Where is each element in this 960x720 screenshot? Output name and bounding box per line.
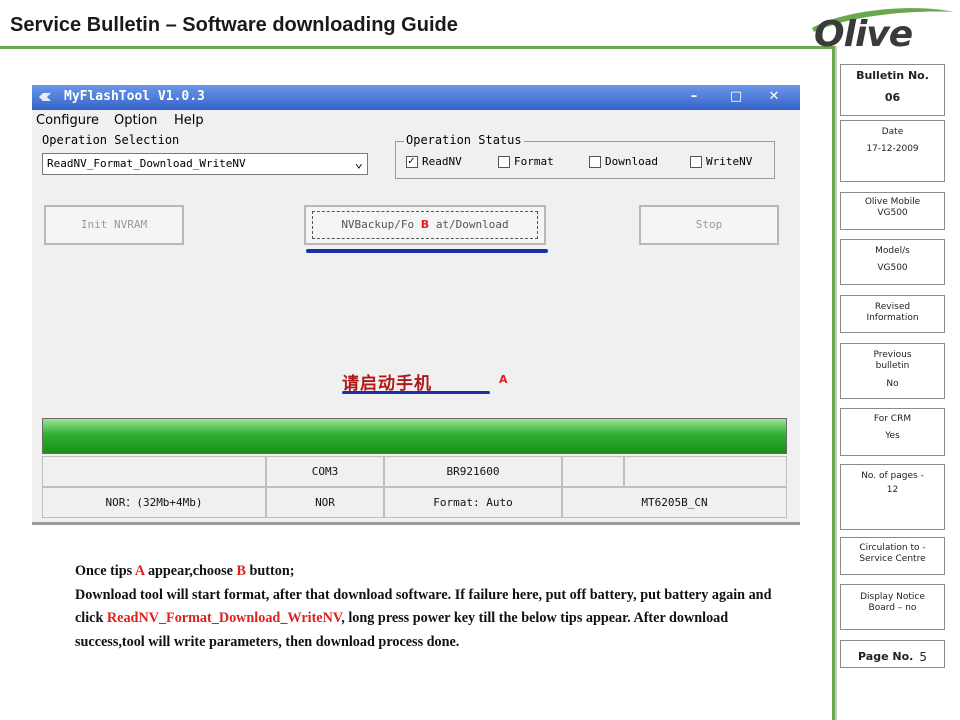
info-cell-flash-size: NOR：(32Mb+4Mb) — [42, 487, 266, 518]
previous-value: No — [886, 378, 899, 389]
crm-label: For CRM — [873, 414, 912, 424]
marker-a: A — [499, 373, 508, 386]
operation-select[interactable]: ReadNV_Format_Download_WriteNV ⌄ — [42, 153, 368, 175]
previous-bulletin-box: Previous bulletin No — [840, 343, 945, 399]
slide-title: Service Bulletin – Software downloading … — [10, 14, 458, 36]
checkbox-download[interactable]: Download — [589, 155, 658, 168]
menu-help[interactable]: Help — [174, 113, 204, 128]
page-value: 5 — [919, 649, 927, 664]
close-button[interactable]: ✕ — [766, 89, 782, 105]
operation-select-value: ReadNV_Format_Download_WriteNV — [47, 157, 246, 170]
checkbox-readnv[interactable]: ReadNV — [406, 154, 462, 168]
date-value: 17-12-2009 — [866, 144, 919, 155]
info-cell-port: COM3 — [266, 456, 384, 487]
tip-underline — [342, 391, 490, 394]
product-value: VG500 — [877, 208, 908, 219]
circulation-label: Circulation to - Service Centre — [859, 543, 926, 565]
notice-label: Display Notice Board – no — [860, 592, 925, 614]
bulletin-label: Bulletin No. — [856, 69, 929, 82]
model-box: Model/s VG500 — [840, 239, 945, 285]
device-info-grid: COM3 BR921600 NOR：(32Mb+4Mb) NOR Format:… — [42, 456, 787, 518]
menu-option[interactable]: Option — [114, 113, 157, 128]
checkbox-empty-icon — [690, 155, 702, 168]
progress-bar — [42, 418, 787, 454]
circulation-box: Circulation to - Service Centre — [840, 537, 945, 575]
revised-label: Revised Information — [866, 302, 919, 324]
bulletin-number-box: Bulletin No. 06 — [840, 64, 945, 116]
checkbox-readnv-label: ReadNV — [422, 155, 462, 168]
crm-value: Yes — [885, 431, 900, 442]
menu-bar: Configure Option Help — [32, 110, 800, 130]
instruction-line-1: Once tips A appear,choose B button; — [75, 563, 295, 579]
menu-configure[interactable]: Configure — [36, 113, 99, 128]
operation-status-label: Operation Status — [404, 133, 524, 147]
app-icon — [39, 93, 51, 101]
checkbox-writenv[interactable]: WriteNV — [690, 155, 752, 168]
ref-b: B — [236, 563, 246, 579]
window-title: MyFlashTool V1.0.3 — [64, 89, 205, 104]
chevron-down-icon: ⌄ — [354, 155, 363, 171]
instruction-text: Once tips A appear,choose B button; Down… — [75, 560, 795, 654]
info-cell-chipset: MT6205B_CN — [562, 487, 787, 518]
previous-label: Previous bulletin — [873, 350, 912, 372]
bulletin-value: 06 — [884, 90, 901, 104]
pages-value: 12 — [886, 485, 899, 496]
title-divider — [0, 46, 835, 49]
date-box: Date 17-12-2009 — [840, 120, 945, 182]
stop-button[interactable]: Stop — [639, 205, 779, 245]
operation-selection-label: Operation Selection — [42, 133, 180, 147]
button-highlight-underline — [306, 249, 548, 253]
instruction-body: Download tool will start format, after t… — [75, 586, 772, 650]
ref-a: A — [134, 563, 145, 579]
window-titlebar: MyFlashTool V1.0.3 – □ ✕ — [32, 85, 800, 110]
checkbox-checked-icon — [406, 154, 418, 168]
model-label: Model/s — [875, 246, 910, 256]
operation-reference: ReadNV_Format_Download_WriteNV — [106, 610, 342, 626]
product-box: Olive Mobile VG500 — [840, 192, 945, 230]
checkbox-empty-icon — [498, 155, 510, 168]
progress-fill — [43, 419, 786, 453]
focus-outline — [312, 211, 538, 239]
minimize-button[interactable]: – — [686, 89, 702, 105]
init-nvram-button[interactable]: Init NVRAM — [44, 205, 184, 245]
model-value: VG500 — [877, 263, 908, 274]
checkbox-format-label: Format — [514, 155, 554, 168]
notice-board-box: Display Notice Board – no — [840, 584, 945, 630]
page-number-box: Page No. 5 — [840, 640, 945, 668]
pages-box: No. of pages - 12 — [840, 464, 945, 530]
info-cell-flash-type: NOR — [266, 487, 384, 518]
checkbox-writenv-label: WriteNV — [706, 155, 753, 168]
info-cell-format: Format: Auto — [384, 487, 562, 518]
checkbox-format[interactable]: Format — [498, 155, 554, 168]
nvbackup-format-download-button[interactable]: NVBackup/Fo B at/Download — [304, 205, 546, 245]
pages-label: No. of pages - — [861, 471, 924, 481]
product-label: Olive Mobile — [864, 197, 921, 207]
info-cell — [562, 456, 624, 487]
info-cell — [42, 456, 266, 487]
date-label: Date — [881, 127, 904, 137]
info-cell-baud: BR921600 — [384, 456, 562, 487]
revised-info-box: Revised Information — [840, 295, 945, 333]
checkbox-download-label: Download — [605, 155, 658, 168]
page-label: Page No. — [858, 650, 914, 664]
crm-box: For CRM Yes — [840, 408, 945, 456]
checkbox-empty-icon — [589, 155, 601, 168]
info-cell — [624, 456, 787, 487]
logo-text: Olive — [814, 14, 913, 50]
sidebar-divider-shadow — [835, 46, 837, 720]
olive-logo: Olive — [812, 8, 954, 50]
operation-status-group: Operation Status ReadNV Format Download … — [395, 133, 775, 179]
flash-tool-screenshot: MyFlashTool V1.0.3 – □ ✕ Configure Optio… — [32, 85, 800, 525]
maximize-button[interactable]: □ — [728, 89, 744, 105]
